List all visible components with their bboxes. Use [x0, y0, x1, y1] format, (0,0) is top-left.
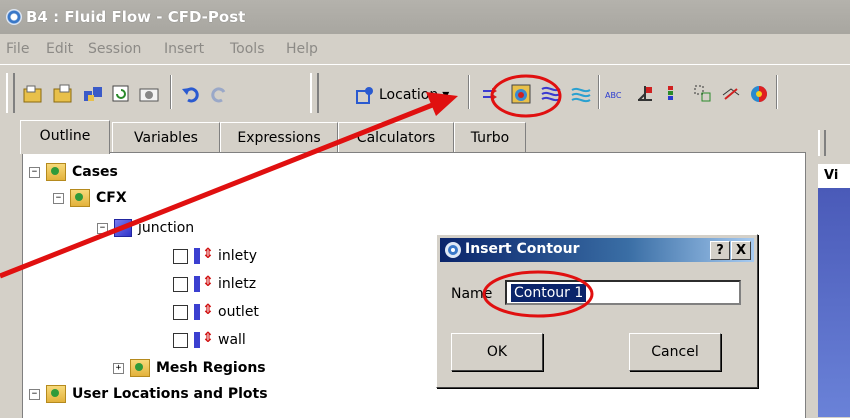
collapse-icon[interactable]: − [53, 192, 64, 204]
collapse-icon[interactable]: − [29, 388, 40, 400]
undo-icon[interactable] [180, 83, 202, 105]
coordinate-frame-icon[interactable] [634, 83, 656, 105]
menu-tools[interactable]: Tools [230, 41, 265, 57]
vector-icon[interactable] [480, 83, 502, 105]
domain-icon [114, 219, 132, 237]
toolbar-grip-2[interactable] [310, 73, 319, 113]
contour-icon[interactable] [510, 83, 532, 105]
viewer-panel: Vi [818, 120, 850, 417]
boundary-icon [194, 330, 214, 348]
folder-icon [46, 385, 66, 403]
tab-calculators[interactable]: Calculators [338, 122, 454, 153]
visibility-checkbox[interactable] [173, 304, 188, 320]
tree-label-junction: junction [138, 220, 195, 236]
volume-render-icon[interactable] [570, 83, 592, 105]
menu-insert[interactable]: Insert [164, 41, 204, 57]
tree-item-wall[interactable]: wall [173, 329, 246, 351]
menu-help[interactable]: Help [286, 41, 318, 57]
toolbar-separator [170, 75, 172, 109]
tree-label-mesh-regions: Mesh Regions [156, 360, 266, 376]
tree-item-outlet[interactable]: outlet [173, 301, 259, 323]
instance-transform-icon[interactable] [692, 83, 714, 105]
expand-icon[interactable]: + [113, 362, 124, 374]
window-title-bar[interactable]: B4 : Fluid Flow - CFD-Post [0, 0, 850, 34]
tree-label-outlet: outlet [218, 304, 259, 320]
clip-plane-icon[interactable] [720, 83, 742, 105]
toolbar-separator-3 [598, 75, 600, 109]
menu-bar: File Edit Session Insert Tools Help [0, 36, 850, 62]
case-icon [70, 189, 90, 207]
redo-icon[interactable] [208, 83, 230, 105]
tab-turbo[interactable]: Turbo [454, 122, 526, 153]
open-icon[interactable] [22, 83, 44, 105]
legend-icon[interactable] [664, 83, 686, 105]
name-label: Name [451, 286, 493, 302]
chevron-down-icon: ▾ [442, 87, 450, 103]
tree-label-cases: Cases [72, 164, 118, 180]
viewer-tab-label[interactable]: Vi [818, 164, 850, 188]
viewer-grip[interactable] [818, 130, 826, 156]
cancel-button[interactable]: Cancel [629, 333, 721, 371]
refresh-icon[interactable] [110, 83, 132, 105]
dialog-title-bar[interactable]: Insert Contour ? X [440, 238, 754, 262]
window-title: B4 : Fluid Flow - CFD-Post [26, 8, 246, 26]
help-button[interactable]: ? [710, 241, 730, 260]
location-icon [356, 87, 373, 104]
tree-label-inlety: inlety [218, 248, 258, 264]
tree-item-user-locations[interactable]: − User Locations and Plots [29, 383, 268, 405]
visibility-checkbox[interactable] [173, 248, 188, 264]
tree-item-mesh-regions[interactable]: + Mesh Regions [113, 357, 266, 379]
tab-outline[interactable]: Outline [20, 120, 110, 154]
visibility-checkbox[interactable] [173, 332, 188, 348]
tree-label-cfx: CFX [96, 190, 127, 206]
tree-item-cases[interactable]: − Cases [29, 161, 118, 183]
ok-button[interactable]: OK [451, 333, 543, 371]
boundary-icon [194, 274, 214, 292]
viewer-canvas[interactable] [818, 188, 850, 417]
tab-expressions[interactable]: Expressions [220, 122, 338, 153]
save-icon[interactable] [82, 83, 104, 105]
tab-variables[interactable]: Variables [112, 122, 220, 153]
insert-contour-dialog: Insert Contour ? X Name Contour 1 OK Can… [436, 234, 758, 388]
menu-file[interactable]: File [6, 41, 29, 57]
toolbar: Location ▾ ABC [0, 64, 850, 117]
color-map-icon[interactable] [748, 83, 770, 105]
folder-icon [130, 359, 150, 377]
tree-item-inlety[interactable]: inlety [173, 245, 257, 267]
dialog-title: Insert Contour [465, 241, 580, 257]
app-icon [6, 9, 22, 25]
menu-session[interactable]: Session [88, 41, 141, 57]
text-icon[interactable]: ABC [604, 83, 626, 105]
streamline-icon[interactable] [540, 83, 562, 105]
name-field[interactable]: Contour 1 [505, 280, 741, 305]
toolbar-grip[interactable] [6, 73, 15, 113]
collapse-icon[interactable]: − [97, 222, 108, 234]
svg-text:ABC: ABC [605, 91, 622, 100]
tree-label-wall: wall [218, 332, 246, 348]
location-label: Location [379, 87, 439, 103]
visibility-checkbox[interactable] [173, 276, 188, 292]
menu-edit[interactable]: Edit [46, 41, 73, 57]
close-button[interactable]: X [731, 241, 751, 260]
open-recent-icon[interactable] [52, 83, 74, 105]
name-value: Contour 1 [511, 284, 587, 302]
tree-label-user-locations: User Locations and Plots [72, 386, 268, 402]
collapse-icon[interactable]: − [29, 166, 40, 178]
boundary-icon [194, 246, 214, 264]
tree-item-inletz[interactable]: inletz [173, 273, 256, 295]
tree-item-cfx[interactable]: − CFX [53, 187, 127, 209]
tree-item-junction[interactable]: − junction [97, 217, 194, 239]
tree-label-inletz: inletz [218, 276, 257, 292]
toolbar-separator-4 [776, 75, 778, 109]
camera-icon[interactable] [138, 83, 160, 105]
location-dropdown[interactable]: Location ▾ [355, 83, 449, 107]
folder-icon [46, 163, 66, 181]
boundary-icon [194, 302, 214, 320]
app-icon [445, 242, 461, 258]
toolbar-separator-2 [468, 75, 470, 109]
